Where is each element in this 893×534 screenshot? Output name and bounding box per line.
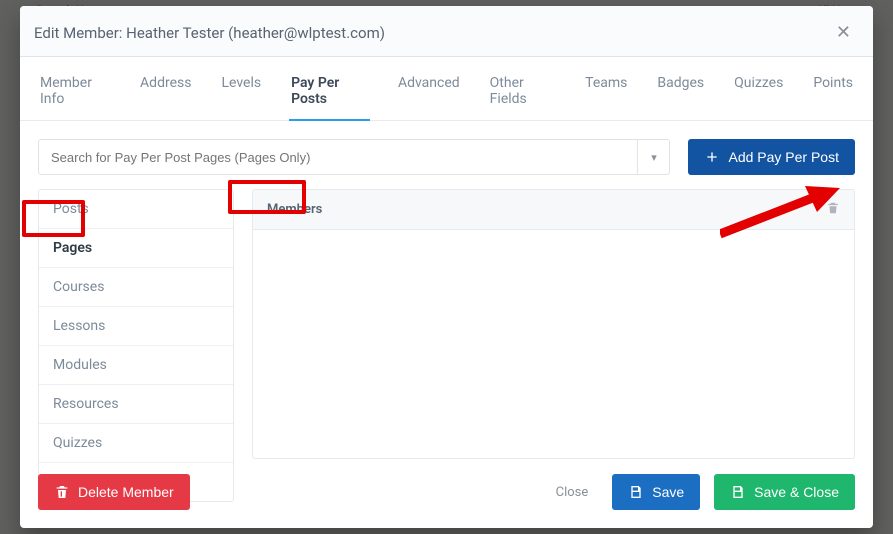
tab-other-fields[interactable]: Other Fields bbox=[488, 71, 558, 120]
search-input[interactable] bbox=[39, 140, 637, 174]
delete-member-button[interactable]: Delete Member bbox=[38, 474, 190, 510]
content-row: Members bbox=[253, 190, 854, 230]
search-dropdown-toggle[interactable]: ▾ bbox=[637, 140, 669, 174]
trash-icon bbox=[54, 484, 70, 500]
save-label: Save bbox=[652, 484, 684, 500]
content-row-label: Members bbox=[267, 202, 322, 217]
add-pay-per-post-button[interactable]: Add Pay Per Post bbox=[688, 139, 855, 175]
sidebar-item-lessons[interactable]: Lessons bbox=[39, 307, 233, 346]
save-close-button[interactable]: Save & Close bbox=[714, 474, 855, 510]
delete-member-label: Delete Member bbox=[78, 484, 174, 500]
footer-actions: Close Save Save & Close bbox=[546, 474, 855, 510]
save-close-label: Save & Close bbox=[754, 484, 839, 500]
modal-title: Edit Member: Heather Tester (heather@wlp… bbox=[34, 24, 385, 42]
chevron-down-icon: ▾ bbox=[651, 151, 657, 164]
modal-header: Edit Member: Heather Tester (heather@wlp… bbox=[20, 6, 873, 57]
sidebar-item-resources[interactable]: Resources bbox=[39, 385, 233, 424]
footer: Delete Member Close Save Save & Close bbox=[20, 458, 873, 528]
close-button[interactable]: Close bbox=[546, 479, 599, 506]
tab-quizzes[interactable]: Quizzes bbox=[732, 71, 785, 120]
tab-strip: Member Info Address Levels Pay Per Posts Adv… bbox=[20, 57, 873, 121]
tab-pay-per-posts[interactable]: Pay Per Posts bbox=[289, 71, 370, 121]
add-ppp-label: Add Pay Per Post bbox=[728, 149, 839, 165]
save-icon bbox=[730, 484, 746, 500]
tab-teams[interactable]: Teams bbox=[583, 71, 629, 120]
sidebar-item-modules[interactable]: Modules bbox=[39, 346, 233, 385]
search-combo[interactable]: ▾ bbox=[38, 139, 670, 175]
sidebar-item-courses[interactable]: Courses bbox=[39, 268, 233, 307]
sidebar: PostsPagesCoursesLessonsModulesResources… bbox=[38, 189, 234, 502]
trash-icon bbox=[826, 201, 840, 215]
save-button[interactable]: Save bbox=[612, 474, 700, 510]
tab-badges[interactable]: Badges bbox=[655, 71, 706, 120]
modal-close-button[interactable]: ✕ bbox=[832, 20, 855, 46]
tab-address[interactable]: Address bbox=[138, 71, 193, 120]
tab-advanced[interactable]: Advanced bbox=[396, 71, 462, 120]
tab-points[interactable]: Points bbox=[811, 71, 855, 120]
content-panel: Members bbox=[252, 189, 855, 459]
plus-icon bbox=[704, 149, 720, 165]
edit-member-modal: Edit Member: Heather Tester (heather@wlp… bbox=[20, 6, 873, 528]
tab-member-info[interactable]: Member Info bbox=[38, 71, 112, 120]
main-area: PostsPagesCoursesLessonsModulesResources… bbox=[20, 189, 873, 458]
sidebar-item-posts[interactable]: Posts bbox=[39, 190, 233, 229]
toolbar: ▾ Add Pay Per Post bbox=[20, 121, 873, 189]
remove-row-button[interactable] bbox=[826, 201, 840, 219]
sidebar-item-pages[interactable]: Pages bbox=[39, 229, 233, 268]
save-icon bbox=[628, 484, 644, 500]
tab-levels[interactable]: Levels bbox=[219, 71, 263, 120]
close-icon: ✕ bbox=[836, 22, 851, 43]
